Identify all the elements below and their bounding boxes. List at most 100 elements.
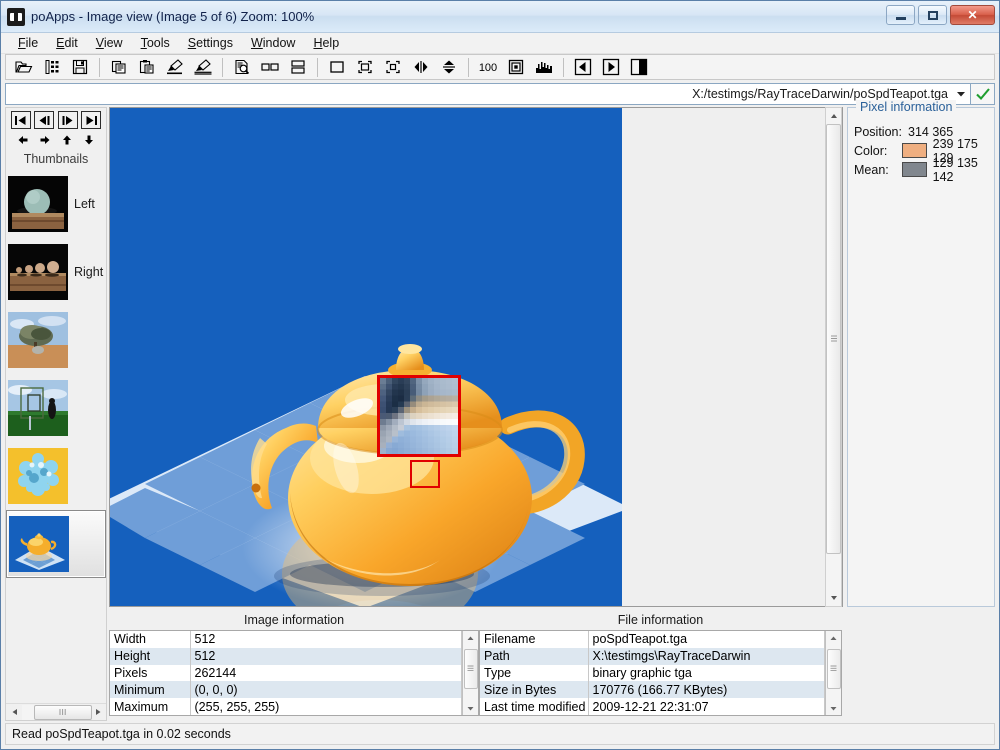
row-value: (255, 255, 255): [190, 698, 462, 715]
scrollbar-thumb[interactable]: [34, 704, 92, 720]
list-item[interactable]: Left: [6, 170, 106, 238]
menu-item-file[interactable]: File: [9, 34, 47, 52]
row-key: Height: [110, 647, 191, 665]
image-view[interactable]: [109, 107, 843, 607]
open-folder-icon[interactable]: [11, 56, 37, 78]
brush-wide-icon[interactable]: [190, 56, 216, 78]
previous-image-icon[interactable]: [570, 56, 596, 78]
menu-item-settings[interactable]: Settings: [179, 34, 242, 52]
list-item[interactable]: [6, 306, 106, 374]
scrollbar-up-arrow[interactable]: [464, 631, 478, 645]
table-row[interactable]: Height 512: [110, 647, 462, 665]
image-vertical-scrollbar[interactable]: [825, 107, 842, 607]
brush-icon[interactable]: [162, 56, 188, 78]
row-value: binary graphic tga: [588, 664, 825, 682]
list-item-label: Left: [74, 197, 95, 211]
flip-horizontal-icon[interactable]: [408, 56, 434, 78]
menu-item-tools[interactable]: Tools: [132, 34, 179, 52]
grip-icon: [830, 335, 837, 341]
thumbnails-list[interactable]: Left Right: [6, 170, 106, 703]
scrollbar-up-arrow[interactable]: [826, 108, 841, 124]
list-item[interactable]: [6, 442, 106, 510]
toolbar-separator: [222, 57, 223, 77]
scroll-down-button[interactable]: [81, 132, 97, 148]
pixel-information-panel: Pixel information Position: 314 365 Colo…: [847, 100, 995, 607]
filmstrip-icon[interactable]: [39, 56, 65, 78]
table-row[interactable]: Maximum (255, 255, 255): [110, 698, 462, 715]
row-value: 512: [190, 631, 462, 648]
split-view-icon[interactable]: [626, 56, 652, 78]
scrollbar-down-arrow[interactable]: [464, 701, 478, 715]
scrollbar-up-arrow[interactable]: [827, 631, 841, 645]
next-image-icon[interactable]: [598, 56, 624, 78]
magnifier-source-box: [410, 460, 440, 488]
pixel-mean-value: 129 135 142: [932, 155, 978, 184]
scroll-left-button[interactable]: [15, 132, 31, 148]
maximize-button[interactable]: [918, 5, 947, 25]
first-image-button[interactable]: [10, 111, 31, 129]
copy-icon[interactable]: [106, 56, 132, 78]
path-confirm-button[interactable]: [971, 83, 995, 105]
list-item[interactable]: [6, 510, 106, 578]
scrollbar-track[interactable]: [826, 124, 841, 590]
thumbnail-image: [8, 244, 68, 300]
table-row[interactable]: Width 512: [110, 631, 462, 648]
flip-vertical-icon[interactable]: [436, 56, 462, 78]
preview-document-icon[interactable]: [229, 56, 255, 78]
list-item[interactable]: [6, 374, 106, 442]
close-button[interactable]: ✕: [950, 5, 995, 25]
path-input[interactable]: X:/testimgs/RayTraceDarwin/poSpdTeapot.t…: [692, 87, 954, 101]
rectangle-select-icon[interactable]: [324, 56, 350, 78]
minimize-button[interactable]: [886, 5, 915, 25]
zoom-100-icon[interactable]: 100: [475, 56, 501, 78]
menu-item-view[interactable]: View: [87, 34, 132, 52]
pixel-information-legend: Pixel information: [856, 100, 957, 114]
scrollbar-left-arrow[interactable]: [7, 705, 22, 720]
menu-item-help[interactable]: Help: [304, 34, 348, 52]
scrollbar-track[interactable]: [463, 645, 478, 701]
list-item[interactable]: Right: [6, 238, 106, 306]
thumbnails-horizontal-scrollbar[interactable]: [6, 703, 106, 720]
title-bar: poApps - Image view (Image 5 of 6) Zoom:…: [1, 1, 999, 33]
table-row[interactable]: Last time modified 2009-12-21 22:31:07: [480, 698, 825, 715]
last-image-button[interactable]: [81, 111, 102, 129]
table-row[interactable]: Minimum (0, 0, 0): [110, 681, 462, 699]
image-canvas[interactable]: [110, 108, 622, 606]
scroll-up-button[interactable]: [59, 132, 75, 148]
fit-image-icon[interactable]: [352, 56, 378, 78]
zoom-fit-icon[interactable]: [503, 56, 529, 78]
save-icon[interactable]: [67, 56, 93, 78]
table-row[interactable]: Type binary graphic tga: [480, 664, 825, 682]
file-information-scrollbar[interactable]: [825, 631, 841, 715]
scrollbar-track[interactable]: [22, 704, 92, 720]
scrollbar-thumb[interactable]: [463, 649, 478, 689]
scrollbar-right-arrow[interactable]: [90, 705, 105, 720]
table-row[interactable]: Filename poSpdTeapot.tga: [480, 631, 825, 648]
toolbar-separator: [468, 57, 469, 77]
menu-item-window[interactable]: Window: [242, 34, 304, 52]
menu-item-edit[interactable]: Edit: [47, 34, 87, 52]
next-image-button[interactable]: [57, 111, 78, 129]
scrollbar-down-arrow[interactable]: [826, 590, 841, 606]
thumbnail-image: [8, 312, 68, 368]
scrollbar-track[interactable]: [826, 645, 841, 701]
image-information-panel: Image information Width 512 Height 512 P…: [109, 611, 479, 721]
previous-image-button[interactable]: [34, 111, 55, 129]
arrow-up-icon: [830, 636, 837, 640]
table-row[interactable]: Size in Bytes 170776 (166.77 KBytes): [480, 681, 825, 699]
image-information-scrollbar[interactable]: [462, 631, 478, 715]
crop-icon[interactable]: [380, 56, 406, 78]
rendered-scene: [110, 108, 622, 606]
scroll-right-button[interactable]: [37, 132, 53, 148]
paste-icon[interactable]: [134, 56, 160, 78]
histogram-icon[interactable]: [531, 56, 557, 78]
table-row[interactable]: Path X:\testimgs\RayTraceDarwin: [480, 647, 825, 665]
path-combobox[interactable]: X:/testimgs/RayTraceDarwin/poSpdTeapot.t…: [5, 83, 971, 105]
scrollbar-thumb[interactable]: [826, 124, 841, 554]
table-row[interactable]: Pixels 262144: [110, 664, 462, 682]
scrollbar-down-arrow[interactable]: [827, 701, 841, 715]
two-pane-horizontal-icon[interactable]: [257, 56, 283, 78]
two-pane-vertical-icon[interactable]: [285, 56, 311, 78]
grip-icon: [830, 665, 837, 672]
scrollbar-thumb[interactable]: [826, 649, 841, 689]
